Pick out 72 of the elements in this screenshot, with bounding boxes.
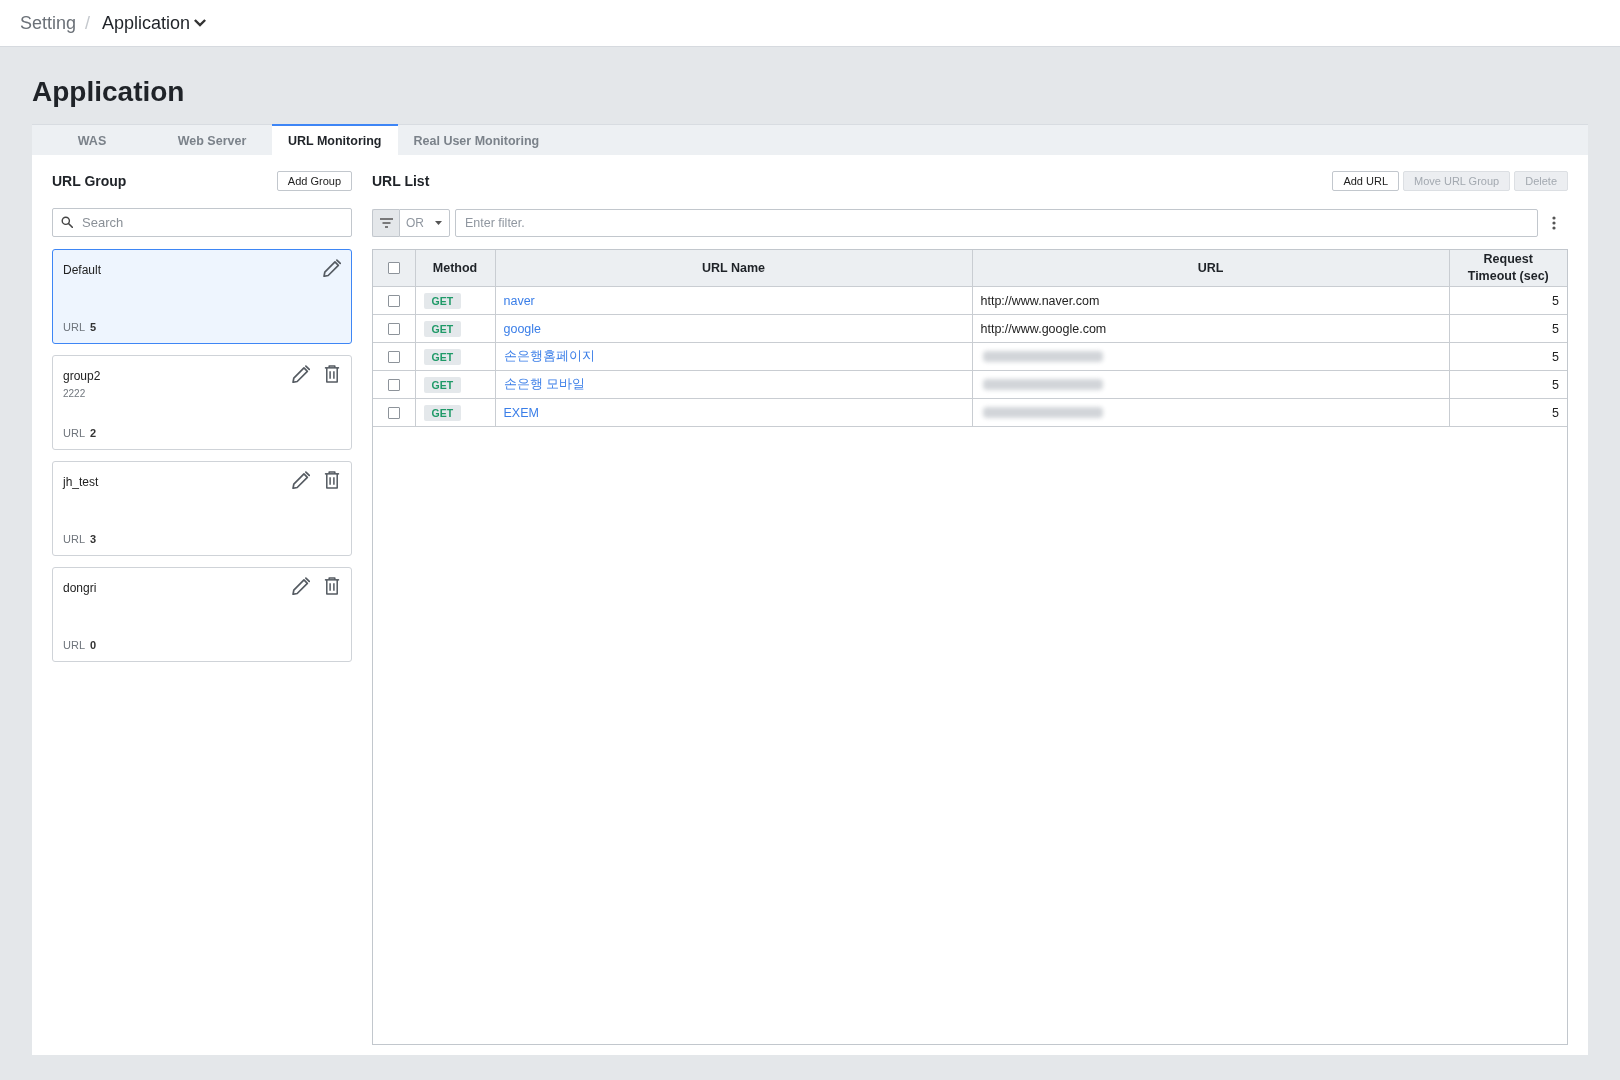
method-tag: GET bbox=[423, 404, 462, 421]
trash-icon[interactable] bbox=[323, 471, 341, 489]
url-name-link[interactable]: naver bbox=[503, 293, 535, 308]
group-name: dongri bbox=[63, 581, 97, 595]
method-tag: GET bbox=[423, 376, 462, 393]
operator-dropdown[interactable]: OR bbox=[399, 209, 450, 237]
pencil-icon[interactable] bbox=[323, 259, 341, 277]
group-card[interactable]: group2 2222 URL 2 bbox=[52, 355, 352, 450]
timeout-value: 5 bbox=[1552, 349, 1559, 364]
group-description: 2222 bbox=[63, 388, 86, 399]
checkbox[interactable] bbox=[387, 351, 400, 364]
url-name-link[interactable]: EXEM bbox=[503, 405, 539, 420]
method-tag: GET bbox=[423, 292, 462, 309]
url-count-label: URL bbox=[63, 321, 85, 333]
url-text: http://www.naver.com bbox=[980, 293, 1100, 308]
url-count: 5 bbox=[90, 321, 97, 333]
checkbox[interactable] bbox=[387, 323, 400, 336]
timeout-value: 5 bbox=[1552, 321, 1559, 336]
url-count-label: URL bbox=[63, 639, 85, 651]
group-card[interactable]: jh_test URL 3 bbox=[52, 461, 352, 556]
section-title: URL Group bbox=[52, 173, 127, 189]
search-field[interactable]: Search bbox=[52, 208, 352, 237]
url-name-link[interactable]: google bbox=[503, 321, 542, 336]
method-tag: GET bbox=[423, 348, 462, 365]
pencil-icon[interactable] bbox=[292, 471, 310, 489]
checkbox[interactable] bbox=[387, 407, 400, 420]
pencil-icon[interactable] bbox=[292, 577, 310, 595]
pencil-icon[interactable] bbox=[292, 365, 310, 383]
tab[interactable]: Web Server bbox=[152, 124, 272, 155]
more-options-icon[interactable] bbox=[1552, 216, 1556, 230]
filter-button[interactable] bbox=[372, 209, 399, 237]
toolbar-button[interactable]: Add URL bbox=[1332, 171, 1399, 191]
section-title: URL List bbox=[372, 173, 430, 189]
trash-icon[interactable] bbox=[323, 577, 341, 595]
trash-icon[interactable] bbox=[323, 365, 341, 383]
url-count-label: URL bbox=[63, 427, 85, 439]
url-count: 2 bbox=[90, 427, 97, 439]
url-name-link[interactable]: 손은행 모바일 bbox=[503, 377, 585, 391]
breadcrumb-separator: / bbox=[85, 12, 91, 34]
column-header: Request Timeout (sec) bbox=[1449, 250, 1567, 287]
breadcrumb-link[interactable]: Setting bbox=[20, 12, 77, 34]
group-card[interactable]: dongri URL 0 bbox=[52, 567, 352, 662]
group-card[interactable]: Default URL 5 bbox=[52, 249, 352, 344]
tab[interactable]: Real User Monitoring bbox=[397, 124, 556, 155]
column-header: URL Name bbox=[495, 250, 972, 287]
url-text: http://www.google.com bbox=[980, 321, 1107, 336]
method-tag: GET bbox=[423, 320, 462, 337]
checkbox[interactable] bbox=[387, 295, 400, 308]
group-name: group2 bbox=[63, 369, 101, 383]
group-name: Default bbox=[63, 263, 102, 277]
tab[interactable]: WAS bbox=[32, 124, 152, 155]
checkbox[interactable] bbox=[387, 262, 400, 275]
url-count: 3 bbox=[90, 533, 97, 545]
timeout-value: 5 bbox=[1552, 377, 1559, 392]
breadcrumb-dropdown[interactable]: Application bbox=[102, 12, 207, 34]
add-group-button[interactable]: Add Group bbox=[276, 171, 352, 191]
timeout-value: 5 bbox=[1552, 293, 1559, 308]
tab[interactable]: URL Monitoring bbox=[272, 124, 398, 155]
url-name-link[interactable]: 손은행홈페이지 bbox=[503, 349, 595, 363]
column-header: URL bbox=[972, 250, 1449, 287]
chevron-down-icon bbox=[194, 17, 207, 29]
timeout-value: 5 bbox=[1552, 405, 1559, 420]
page-title: Application bbox=[32, 75, 185, 109]
caret-down-icon bbox=[435, 221, 442, 225]
filter-input[interactable]: Enter filter. bbox=[455, 209, 1538, 237]
filter-icon bbox=[379, 218, 393, 228]
column-header: Method bbox=[415, 250, 495, 287]
url-count-label: URL bbox=[63, 533, 85, 545]
checkbox[interactable] bbox=[387, 379, 400, 392]
url-count: 0 bbox=[90, 639, 97, 651]
search-icon bbox=[61, 216, 73, 228]
group-name: jh_test bbox=[63, 475, 99, 489]
